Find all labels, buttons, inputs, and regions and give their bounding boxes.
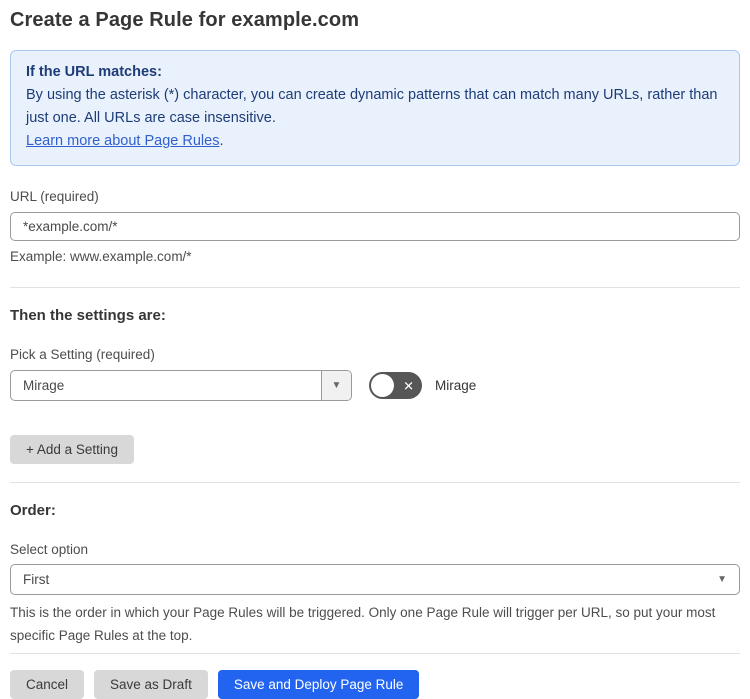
save-and-deploy-button[interactable]: Save and Deploy Page Rule xyxy=(217,670,420,699)
setting-row: Mirage ▼ ✕ Mirage xyxy=(10,370,740,401)
create-page-rule-form: Create a Page Rule for example.com If th… xyxy=(0,9,750,699)
chevron-down-icon: ▼ xyxy=(331,379,342,391)
divider xyxy=(10,653,740,654)
learn-more-link[interactable]: Learn more about Page Rules xyxy=(26,133,219,149)
url-example-helper: Example: www.example.com/* xyxy=(10,249,192,264)
url-field-label: URL (required) xyxy=(10,189,99,204)
setting-select-arrow-button[interactable]: ▼ xyxy=(321,371,351,400)
link-suffix: . xyxy=(219,133,224,149)
order-select[interactable]: First ▼ xyxy=(10,564,740,595)
page-title: Create a Page Rule for example.com xyxy=(10,9,360,31)
setting-select-value: Mirage xyxy=(23,378,65,393)
order-section-heading: Order: xyxy=(10,502,56,519)
toggle-label: Mirage xyxy=(435,378,477,393)
add-setting-button[interactable]: + Add a Setting xyxy=(10,435,134,464)
toggle-knob xyxy=(371,374,394,397)
chevron-down-icon: ▼ xyxy=(717,573,727,585)
order-helper-text: This is the order in which your Page Rul… xyxy=(10,605,716,643)
save-as-draft-button[interactable]: Save as Draft xyxy=(94,670,208,699)
divider xyxy=(10,482,740,483)
url-match-info-box: If the URL matches: By using the asteris… xyxy=(10,50,740,166)
info-box-body: By using the asterisk (*) character, you… xyxy=(26,87,718,126)
info-box-heading: If the URL matches: xyxy=(26,64,162,80)
setting-select[interactable]: Mirage ▼ xyxy=(10,370,352,401)
pick-setting-label: Pick a Setting (required) xyxy=(10,347,155,362)
settings-section-heading: Then the settings are: xyxy=(10,307,166,324)
add-setting-row: + Add a Setting xyxy=(10,435,740,464)
url-input[interactable] xyxy=(10,212,740,241)
order-select-label: Select option xyxy=(10,542,89,557)
divider xyxy=(10,287,740,288)
cancel-button[interactable]: Cancel xyxy=(10,670,85,699)
info-box-link-line: Learn more about Page Rules. xyxy=(26,130,724,153)
mirage-toggle[interactable]: ✕ xyxy=(369,372,422,399)
x-icon: ✕ xyxy=(403,378,414,393)
footer-button-row: Cancel Save as Draft Save and Deploy Pag… xyxy=(10,670,740,699)
order-select-value: First xyxy=(23,572,50,587)
